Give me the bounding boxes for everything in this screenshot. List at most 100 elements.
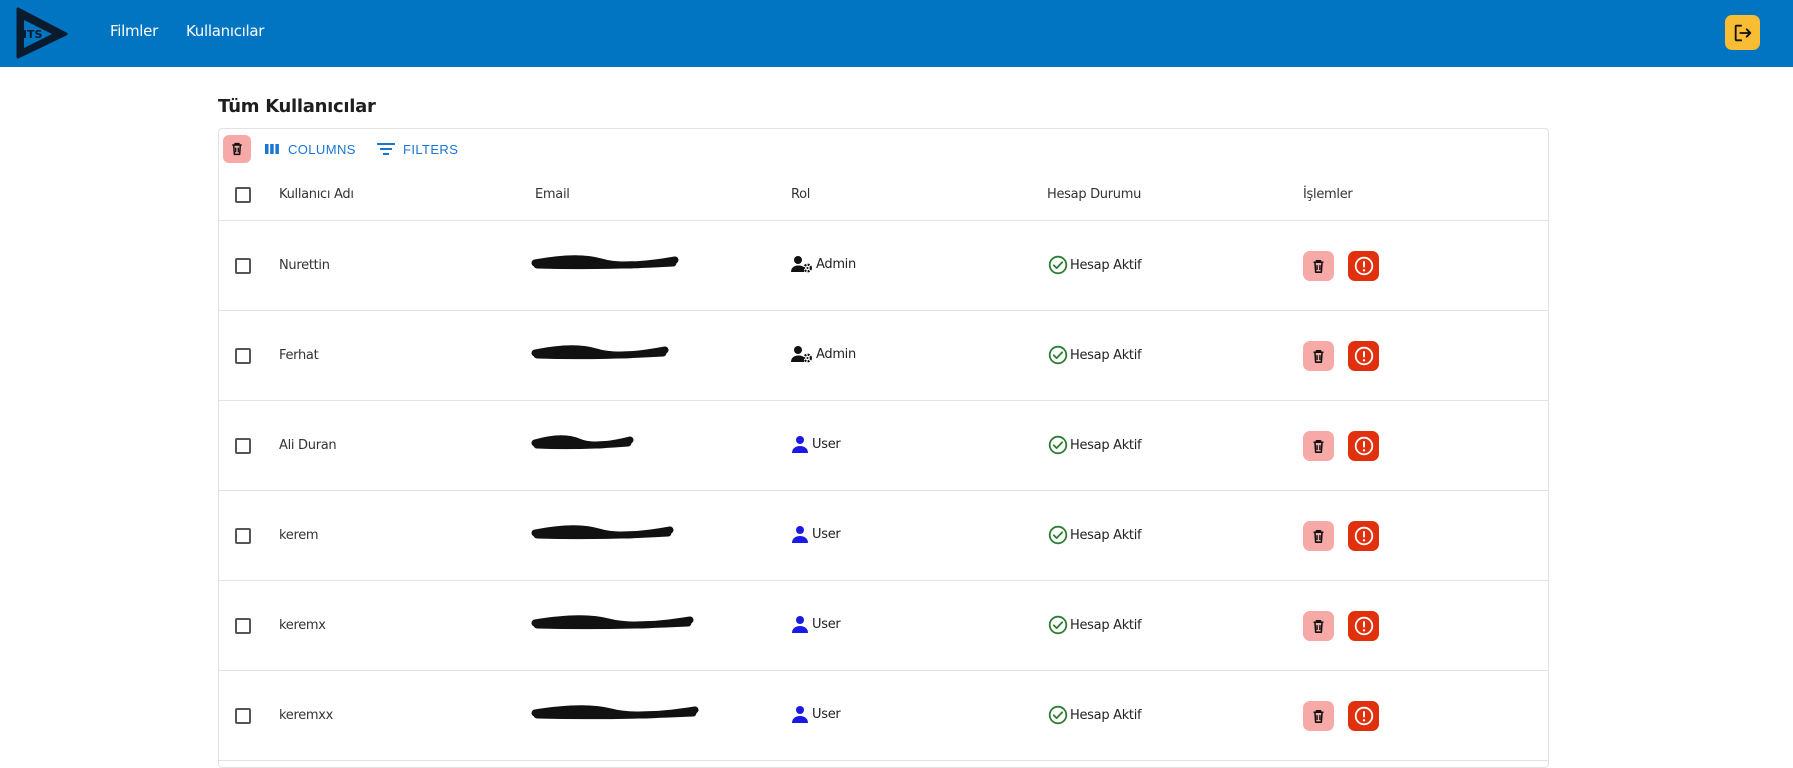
suspend-user-button[interactable] [1348, 431, 1379, 461]
trash-icon [1313, 259, 1324, 273]
redacted-email [531, 615, 694, 630]
role-label: User [812, 526, 841, 542]
header-role[interactable]: Rol [791, 187, 810, 202]
user-icon [792, 526, 808, 543]
user-icon [792, 706, 808, 723]
table-row[interactable]: Ali Duran User Hesap Aktif [219, 401, 1548, 491]
header-actions[interactable]: İşlemler [1303, 187, 1353, 202]
redacted-email [531, 255, 679, 270]
role-cell: User [791, 435, 841, 453]
trash-icon [1313, 529, 1324, 543]
delete-user-button[interactable] [1303, 611, 1334, 641]
row-select-checkbox[interactable] [235, 528, 251, 544]
filter-list-icon [377, 143, 395, 155]
suspend-user-button[interactable] [1348, 341, 1379, 371]
admin-user-gear-icon [791, 346, 813, 363]
check-circle-icon [1048, 525, 1068, 545]
header-email[interactable]: Email [535, 187, 570, 202]
role-label: Admin [816, 346, 856, 362]
username-cell: Ali Duran [279, 438, 337, 453]
username-cell: Nurettin [279, 258, 330, 273]
status-label: Hesap Aktif [1070, 707, 1142, 723]
table-row[interactable]: keremx User Hesap Aktif [219, 581, 1548, 671]
role-cell: Admin [791, 345, 856, 363]
header-username[interactable]: Kullanıcı Adı [279, 187, 354, 202]
top-navbar: MTS Filmler Kullanıcılar [0, 0, 1793, 67]
filters-button[interactable]: FILTERS [377, 138, 458, 160]
delete-user-button[interactable] [1303, 431, 1334, 461]
check-circle-icon [1048, 345, 1068, 365]
header-status[interactable]: Hesap Durumu [1047, 187, 1141, 202]
status-label: Hesap Aktif [1070, 347, 1142, 363]
table-row[interactable]: Nurettin Admin Hesap Aktif [219, 221, 1548, 311]
status-cell: Hesap Aktif [1048, 345, 1142, 365]
bulk-delete-button[interactable] [223, 135, 251, 163]
admin-user-gear-icon [791, 256, 813, 273]
columns-button[interactable]: COLUMNS [264, 138, 356, 160]
svg-text:MTS: MTS [16, 28, 42, 41]
check-circle-icon [1048, 615, 1068, 635]
redacted-email [531, 345, 669, 360]
trash-icon [232, 142, 242, 156]
error-icon [1354, 616, 1373, 636]
role-label: User [812, 616, 841, 632]
row-select-checkbox[interactable] [235, 708, 251, 724]
trash-icon [1313, 619, 1324, 633]
table-row[interactable]: kerem User Hesap Aktif [219, 491, 1548, 581]
check-circle-icon [1048, 435, 1068, 455]
status-label: Hesap Aktif [1070, 527, 1142, 543]
filters-label: FILTERS [403, 141, 459, 157]
delete-user-button[interactable] [1303, 341, 1334, 371]
error-icon [1354, 256, 1373, 276]
table-row[interactable]: Ferhat Admin Hesap Aktif [219, 311, 1548, 401]
table-row[interactable]: keremxx User Hesap Aktif [219, 671, 1548, 761]
status-cell: Hesap Aktif [1048, 435, 1142, 455]
delete-user-button[interactable] [1303, 701, 1334, 731]
status-label: Hesap Aktif [1070, 617, 1142, 633]
role-label: User [812, 706, 841, 722]
username-cell: Ferhat [279, 348, 319, 363]
username-cell: kerem [279, 528, 319, 543]
redacted-email [531, 435, 634, 450]
columns-label: COLUMNS [288, 141, 356, 157]
role-label: Admin [816, 256, 856, 272]
page-title: Tüm Kullanıcılar [218, 96, 376, 117]
users-data-grid: COLUMNS FILTERS Kullanıcı Adı Email Rol … [218, 128, 1549, 768]
mts-logo[interactable]: MTS [14, 6, 70, 60]
row-select-checkbox[interactable] [235, 618, 251, 634]
redacted-email [531, 525, 674, 540]
suspend-user-button[interactable] [1348, 701, 1379, 731]
delete-user-button[interactable] [1303, 251, 1334, 281]
nav-link-filmler[interactable]: Filmler [110, 22, 158, 40]
delete-user-button[interactable] [1303, 521, 1334, 551]
role-cell: User [791, 615, 841, 633]
role-cell: User [791, 705, 841, 723]
nav-link-kullanicilar[interactable]: Kullanıcılar [186, 22, 264, 40]
row-select-checkbox[interactable] [235, 348, 251, 364]
logout-icon [1734, 24, 1751, 41]
row-select-checkbox[interactable] [235, 438, 251, 454]
role-cell: Admin [791, 255, 856, 273]
username-cell: keremxx [279, 708, 334, 723]
check-circle-icon [1048, 705, 1068, 725]
suspend-user-button[interactable] [1348, 251, 1379, 281]
status-cell: Hesap Aktif [1048, 705, 1142, 725]
role-cell: User [791, 525, 841, 543]
status-cell: Hesap Aktif [1048, 525, 1142, 545]
status-label: Hesap Aktif [1070, 437, 1142, 453]
logout-button[interactable] [1725, 15, 1760, 50]
row-select-checkbox[interactable] [235, 258, 251, 274]
user-icon [792, 436, 808, 453]
role-label: User [812, 436, 841, 452]
grid-toolbar: COLUMNS FILTERS [219, 129, 1548, 169]
trash-icon [1313, 439, 1324, 453]
select-all-checkbox[interactable] [235, 187, 251, 203]
suspend-user-button[interactable] [1348, 611, 1379, 641]
error-icon [1354, 526, 1373, 546]
status-cell: Hesap Aktif [1048, 255, 1142, 275]
error-icon [1354, 436, 1373, 456]
trash-icon [1313, 709, 1324, 723]
table-header-row: Kullanıcı Adı Email Rol Hesap Durumu İşl… [219, 169, 1548, 221]
suspend-user-button[interactable] [1348, 521, 1379, 551]
status-cell: Hesap Aktif [1048, 615, 1142, 635]
